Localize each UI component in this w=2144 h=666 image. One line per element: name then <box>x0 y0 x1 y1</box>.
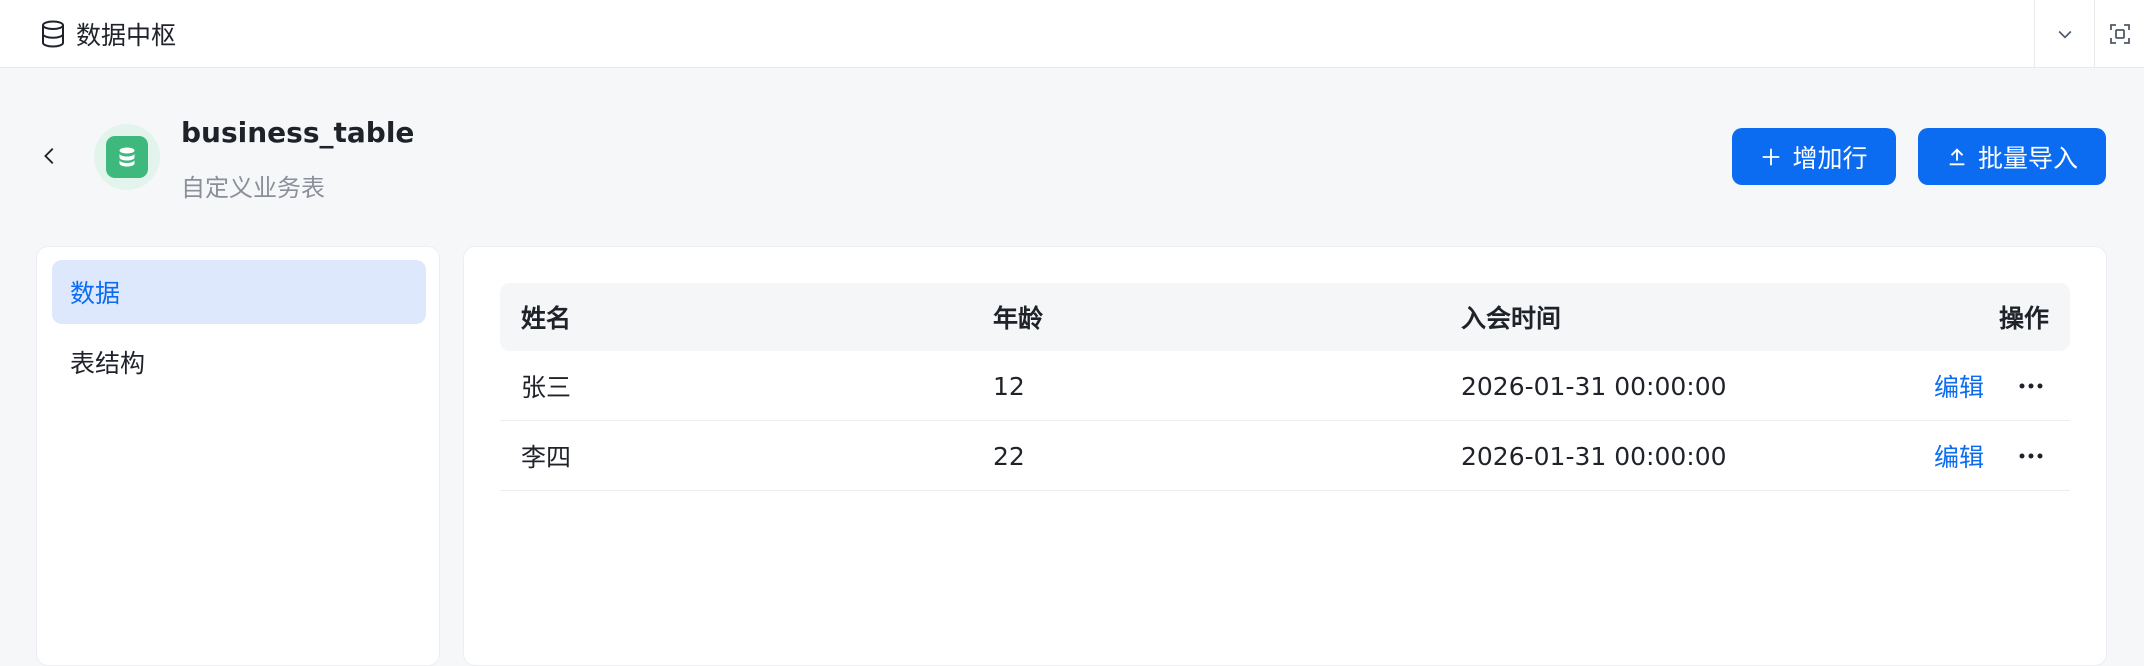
cell-age: 12 <box>993 371 1025 401</box>
table-row: 李四 22 2026-01-31 00:00:00 编辑 <box>500 421 2070 491</box>
app-title: 数据中枢 <box>76 21 177 50</box>
fullscreen-button[interactable] <box>2094 0 2144 68</box>
cell-age: 22 <box>993 441 1025 471</box>
data-panel: 姓名 年龄 入会时间 操作 张三 12 2026-01-31 00:00:00 … <box>463 246 2107 666</box>
edit-link[interactable]: 编辑 <box>1934 351 1984 421</box>
column-header-name: 姓名 <box>521 304 572 333</box>
table-header: 姓名 年龄 入会时间 操作 <box>500 283 2070 351</box>
chevron-down-icon <box>2058 30 2071 39</box>
add-row-label: 增加行 <box>1792 143 1868 173</box>
sidebar-item-schema[interactable]: 表结构 <box>52 330 426 394</box>
batch-import-button[interactable]: 批量导入 <box>1918 128 2106 185</box>
column-header-actions: 操作 <box>1998 304 2049 333</box>
dropdown-button[interactable] <box>2034 0 2094 68</box>
table-description: 自定义业务表 <box>181 174 325 202</box>
back-button[interactable] <box>36 140 64 172</box>
cell-joined: 2026-01-31 00:00:00 <box>1461 371 1727 401</box>
sidebar-item-data[interactable]: 数据 <box>52 260 426 324</box>
database-icon <box>42 20 64 48</box>
chevron-left-icon <box>44 148 54 164</box>
column-header-joined: 入会时间 <box>1461 304 1562 333</box>
plus-icon <box>1763 148 1780 165</box>
table-name: business_table <box>181 116 415 149</box>
cell-name: 李四 <box>521 443 572 472</box>
fullscreen-icon <box>2109 24 2130 44</box>
top-bar: 数据中枢 <box>0 0 2144 68</box>
cell-name: 张三 <box>521 373 572 402</box>
column-header-age: 年龄 <box>993 304 1044 333</box>
cell-joined: 2026-01-31 00:00:00 <box>1461 441 1727 471</box>
table-row: 张三 12 2026-01-31 00:00:00 编辑 <box>500 351 2070 421</box>
add-row-button[interactable]: 增加行 <box>1732 128 1896 185</box>
more-horizontal-icon[interactable] <box>2016 351 2046 421</box>
database-icon <box>119 147 135 167</box>
upload-icon <box>1949 147 1965 165</box>
more-horizontal-icon[interactable] <box>2016 421 2046 491</box>
table-avatar <box>94 124 160 190</box>
batch-import-label: 批量导入 <box>1977 143 2078 173</box>
edit-link[interactable]: 编辑 <box>1934 421 1984 491</box>
brand: 数据中枢 <box>38 0 176 68</box>
sidebar-item-label: 数据 <box>70 279 121 308</box>
sidebar-item-label: 表结构 <box>70 349 146 378</box>
sidebar: 数据 表结构 <box>36 246 440 666</box>
